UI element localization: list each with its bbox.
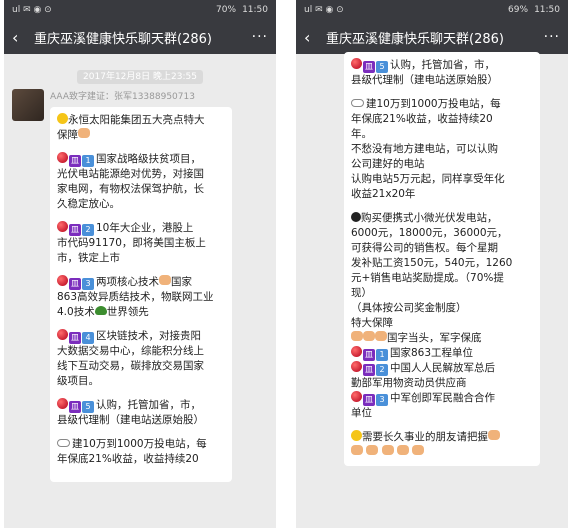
m-icon: 皿 — [363, 364, 375, 376]
chat-header: ‹ 重庆巫溪健康快乐聊天群(286) ··· — [296, 20, 568, 54]
back-arrow-icon[interactable]: ‹ — [12, 28, 28, 47]
m-icon: 皿 — [363, 61, 375, 73]
battery-level: 70% — [216, 5, 237, 15]
sender-name: AAA致字建证：张军13388950713 — [50, 92, 195, 102]
clock: 11:50 — [534, 5, 560, 15]
hand-icon — [363, 331, 375, 341]
avatar[interactable] — [12, 89, 44, 121]
hand-icon — [351, 331, 363, 341]
hand-icon — [375, 331, 387, 341]
m-icon: 皿 — [69, 224, 81, 236]
cherry-icon — [57, 275, 68, 286]
hand-icon — [78, 128, 90, 138]
number-badge-3: 3 — [82, 278, 94, 290]
status-bar: ul ✉ ◉ ⊙ 70% 11:50 — [4, 0, 276, 20]
number-badge-1: 1 — [376, 349, 388, 361]
chat-title: 重庆巫溪健康快乐聊天群(286) — [326, 31, 504, 47]
status-bar: ul ✉ ◉ ⊙ 69% 11:50 — [296, 0, 568, 20]
message-list[interactable]: 皿 5 认购，托管加省，市， 县级代理制（建电站送原始股） 建10万到1000万投电… — [296, 52, 568, 528]
message-bubble[interactable]: 皿 5 认购，托管加省，市， 县级代理制（建电站送原始股） 建10万到1000万投电… — [344, 52, 540, 466]
fist-icon — [412, 445, 425, 455]
number-badge-5: 5 — [82, 401, 94, 413]
cherry-icon — [351, 58, 362, 69]
cherry-icon — [351, 391, 362, 402]
bomb-icon — [351, 212, 361, 222]
m-icon: 皿 — [363, 394, 375, 406]
turtle-icon — [94, 306, 107, 315]
back-arrow-icon[interactable]: ‹ — [304, 28, 320, 47]
smile-icon — [351, 430, 362, 441]
m-icon: 皿 — [69, 278, 81, 290]
number-badge-5: 5 — [376, 61, 388, 73]
number-badge-2: 2 — [82, 224, 94, 236]
more-options-button[interactable]: ··· — [248, 29, 268, 45]
fist-icon — [381, 445, 394, 455]
smile-icon — [57, 113, 68, 124]
thumbs-up-icon — [351, 445, 363, 455]
clock: 11:50 — [242, 5, 268, 15]
more-options-button[interactable]: ··· — [540, 29, 560, 45]
fist-icon — [397, 445, 410, 455]
cloud-icon — [57, 439, 70, 447]
cherry-icon — [351, 361, 362, 372]
cherry-icon — [57, 329, 68, 340]
signal-icons: ul ✉ ◉ ⊙ — [12, 5, 52, 15]
thumbs-up-icon — [488, 430, 500, 440]
message-timestamp: 2017年12月8日 晚上23:55 — [12, 64, 268, 84]
chat-header: ‹ 重庆巫溪健康快乐聊天群(286) ··· — [4, 20, 276, 54]
thumbs-up-icon — [366, 445, 379, 455]
right-phone-screen: ul ✉ ◉ ⊙ 69% 11:50 ‹ 重庆巫溪健康快乐聊天群(286) ···… — [296, 0, 568, 528]
thumbs-up-icon — [159, 275, 171, 285]
cherry-icon — [57, 152, 68, 163]
battery-level: 69% — [508, 5, 529, 15]
message-list[interactable]: 2017年12月8日 晚上23:55 AAA致字建证：张军13388950713… — [4, 54, 276, 528]
number-badge-3: 3 — [376, 394, 388, 406]
left-phone-screen: ul ✉ ◉ ⊙ 70% 11:50 ‹ 重庆巫溪健康快乐聊天群(286) ···… — [4, 0, 276, 528]
number-badge-2: 2 — [376, 364, 388, 376]
m-icon: 皿 — [69, 332, 81, 344]
chat-title: 重庆巫溪健康快乐聊天群(286) — [34, 31, 212, 47]
number-badge-4: 4 — [82, 332, 94, 344]
cherry-icon — [57, 398, 68, 409]
cherry-icon — [351, 346, 362, 357]
cherry-icon — [57, 221, 68, 232]
m-icon: 皿 — [69, 155, 81, 167]
m-icon: 皿 — [69, 401, 81, 413]
m-icon: 皿 — [363, 349, 375, 361]
cloud-icon — [351, 99, 364, 107]
number-badge-1: 1 — [82, 155, 94, 167]
signal-icons: ul ✉ ◉ ⊙ — [304, 5, 344, 15]
message-bubble[interactable]: 永恒太阳能集团五大亮点特大 保障 皿 1 国家战略级扶贫项目， 光伏电站能源绝对优势… — [50, 107, 232, 482]
